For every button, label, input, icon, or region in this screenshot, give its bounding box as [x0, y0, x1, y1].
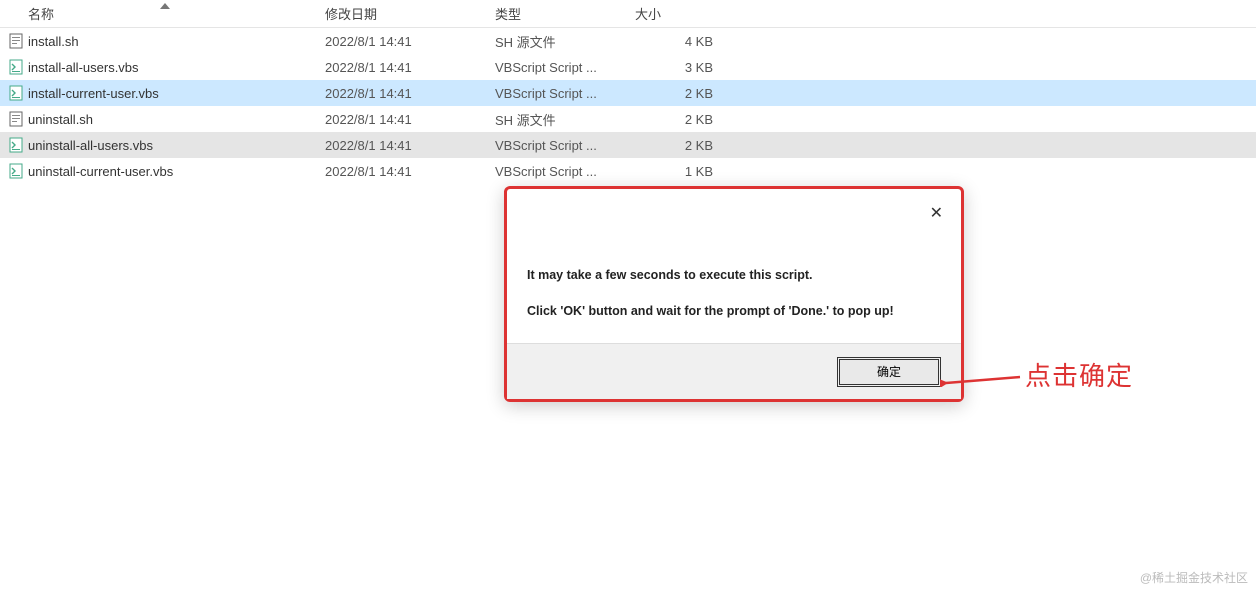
column-header-size[interactable]: 大小 [635, 4, 725, 23]
column-name-label: 名称 [28, 7, 54, 22]
file-size: 2 KB [635, 112, 725, 127]
file-row[interactable]: uninstall.sh2022/8/1 14:41SH 源文件2 KB [0, 106, 1256, 132]
sort-ascending-icon [160, 3, 170, 9]
file-size: 1 KB [635, 164, 725, 179]
file-type: VBScript Script ... [495, 138, 635, 153]
column-header-type[interactable]: 类型 [495, 4, 635, 23]
file-explorer-list: 名称 修改日期 类型 大小 install.sh2022/8/1 14:41SH… [0, 0, 1256, 184]
file-icon [6, 137, 26, 153]
file-row[interactable]: uninstall-current-user.vbs2022/8/1 14:41… [0, 158, 1256, 184]
file-name: install.sh [28, 34, 325, 49]
file-type: VBScript Script ... [495, 164, 635, 179]
column-headers: 名称 修改日期 类型 大小 [0, 0, 1256, 28]
file-type: SH 源文件 [495, 32, 635, 51]
file-icon [6, 85, 26, 101]
file-name: uninstall-current-user.vbs [28, 164, 325, 179]
file-row[interactable]: install-all-users.vbs2022/8/1 14:41VBScr… [0, 54, 1256, 80]
file-rows: install.sh2022/8/1 14:41SH 源文件4 KBinstal… [0, 28, 1256, 184]
file-icon [6, 59, 26, 75]
dialog-message-1: It may take a few seconds to execute thi… [527, 267, 941, 285]
file-size: 3 KB [635, 60, 725, 75]
file-date: 2022/8/1 14:41 [325, 34, 495, 49]
file-icon [6, 33, 26, 49]
file-row[interactable]: uninstall-all-users.vbs2022/8/1 14:41VBS… [0, 132, 1256, 158]
column-header-date[interactable]: 修改日期 [325, 4, 495, 23]
file-name: uninstall.sh [28, 112, 325, 127]
dialog-footer: 确定 [507, 343, 961, 399]
file-date: 2022/8/1 14:41 [325, 164, 495, 179]
column-header-name[interactable]: 名称 [0, 4, 325, 23]
file-date: 2022/8/1 14:41 [325, 86, 495, 101]
file-date: 2022/8/1 14:41 [325, 138, 495, 153]
file-type: VBScript Script ... [495, 60, 635, 75]
file-row[interactable]: install-current-user.vbs2022/8/1 14:41VB… [0, 80, 1256, 106]
file-size: 4 KB [635, 34, 725, 49]
file-name: uninstall-all-users.vbs [28, 138, 325, 153]
annotation-label: 点击确定 [1025, 356, 1133, 393]
file-name: install-current-user.vbs [28, 86, 325, 101]
file-name: install-all-users.vbs [28, 60, 325, 75]
watermark-text: @稀土掘金技术社区 [1140, 569, 1248, 586]
file-date: 2022/8/1 14:41 [325, 112, 495, 127]
file-type: VBScript Script ... [495, 86, 635, 101]
file-date: 2022/8/1 14:41 [325, 60, 495, 75]
file-type: SH 源文件 [495, 110, 635, 129]
file-size: 2 KB [635, 86, 725, 101]
dialog-message-2: Click 'OK' button and wait for the promp… [527, 303, 941, 321]
file-icon [6, 111, 26, 127]
file-icon [6, 163, 26, 179]
file-row[interactable]: install.sh2022/8/1 14:41SH 源文件4 KB [0, 28, 1256, 54]
ok-button[interactable]: 确定 [839, 359, 939, 385]
script-dialog: ✕ It may take a few seconds to execute t… [504, 186, 964, 402]
close-icon[interactable]: ✕ [930, 203, 943, 223]
dialog-body: It may take a few seconds to execute thi… [507, 189, 961, 320]
file-size: 2 KB [635, 138, 725, 153]
